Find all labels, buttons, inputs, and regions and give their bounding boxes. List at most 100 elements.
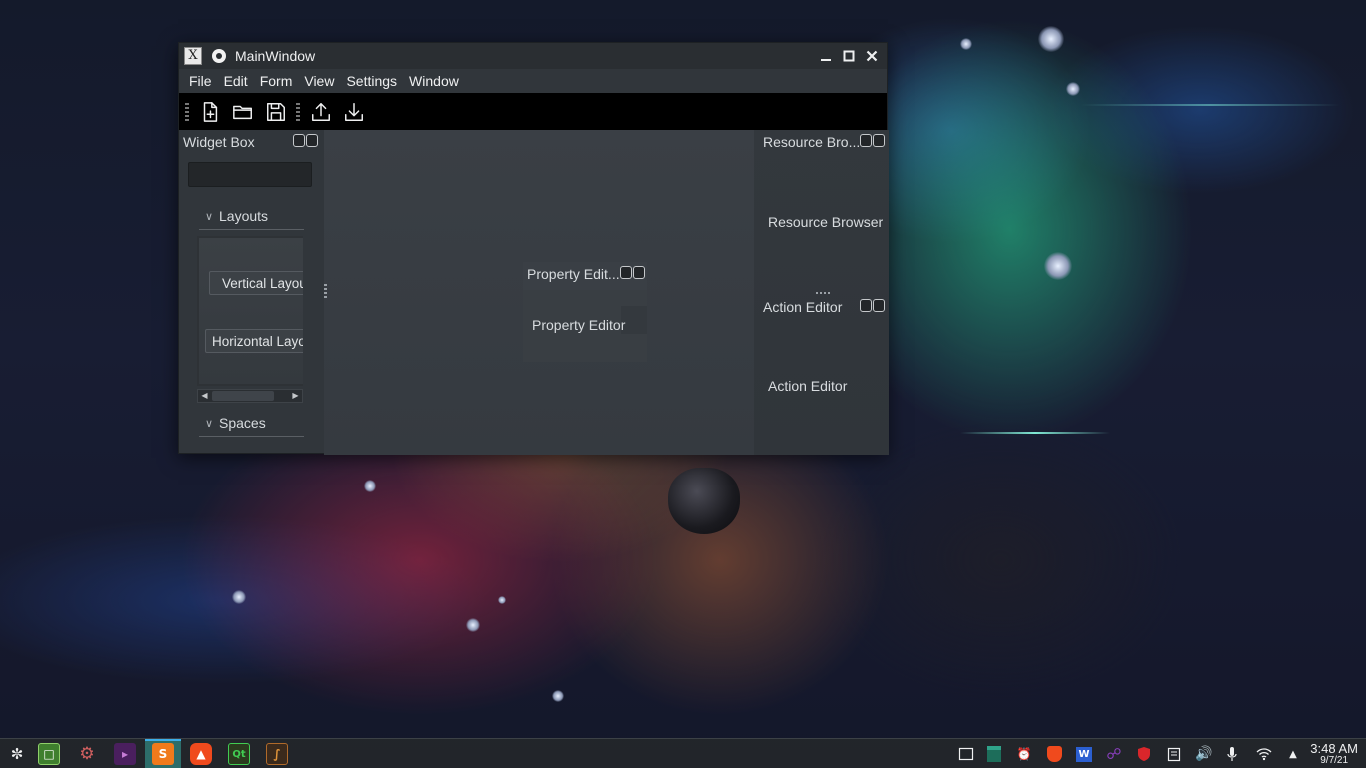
float-dock-button[interactable] [860, 134, 872, 147]
float-dock-button[interactable] [293, 134, 305, 147]
float-dock-button[interactable] [860, 299, 872, 312]
widget-list: Vertical Layout Horizontal Layout [197, 236, 303, 386]
application-launcher-icon[interactable]: ✼ [6, 743, 28, 765]
action-editor-label: Action Editor [768, 378, 848, 394]
sublime-text-icon[interactable]: S [152, 743, 174, 765]
export-button[interactable] [306, 97, 336, 127]
menu-window[interactable]: Window [403, 73, 465, 89]
scrollbar-thumb[interactable] [212, 391, 274, 401]
chevron-down-icon: ∨ [204, 210, 214, 223]
office-icon[interactable]: W [1075, 745, 1093, 763]
clock[interactable]: 3:48 AM 9/7/21 [1310, 742, 1358, 766]
qt-creator-icon[interactable]: Qt [228, 743, 250, 765]
right-dock-splitter[interactable] [816, 292, 832, 294]
vpn-icon[interactable]: ☍ [1105, 745, 1123, 763]
close-dock-button[interactable] [873, 299, 885, 312]
volume-icon[interactable]: 🔊 [1195, 745, 1213, 763]
brave-browser-icon[interactable]: ▲ [190, 743, 212, 765]
toolbar-grip[interactable] [296, 102, 300, 121]
open-folder-icon [233, 105, 252, 119]
main-window: X MainWindow File Edit Form View Setting… [178, 42, 889, 455]
menu-bar: File Edit Form View Settings Window [179, 69, 887, 93]
property-editor-label: Property Editor [532, 317, 626, 333]
menu-form[interactable]: Form [254, 73, 299, 89]
security-shield-icon[interactable] [1135, 745, 1153, 763]
close-button[interactable] [863, 47, 881, 65]
brave-tray-icon[interactable] [1045, 745, 1063, 763]
wallpaper-bear-nose [668, 468, 740, 534]
title-bar[interactable]: X MainWindow [179, 43, 887, 69]
expand-tray-icon[interactable]: ▲ [1284, 745, 1302, 763]
wifi-icon[interactable] [1255, 745, 1273, 763]
microphone-icon[interactable] [1223, 745, 1241, 763]
upload-icon [312, 102, 330, 121]
save-icon [267, 102, 285, 121]
left-splitter[interactable] [324, 284, 327, 300]
scroll-right-icon[interactable]: ▶ [289, 390, 302, 402]
download-icon [345, 102, 363, 121]
action-editor-dock-buttons [860, 299, 885, 312]
menu-view[interactable]: View [298, 73, 340, 89]
clipboard-manager-icon[interactable] [985, 745, 1003, 763]
wallpaper-light-streak [1080, 104, 1340, 106]
scroll-left-icon[interactable]: ◀ [198, 390, 211, 402]
close-dock-button[interactable] [873, 134, 885, 147]
chevron-down-icon: ∨ [204, 417, 214, 430]
category-label: Layouts [219, 208, 269, 224]
new-form-button[interactable] [195, 97, 225, 127]
system-monitor-icon[interactable]: ∫ [266, 743, 288, 765]
close-dock-button[interactable] [633, 266, 645, 279]
wallpaper-light-streak [960, 432, 1110, 434]
toolbar-grip[interactable] [185, 102, 189, 121]
notes-icon[interactable] [1165, 745, 1183, 763]
minimize-button[interactable] [817, 47, 835, 65]
menu-settings[interactable]: Settings [340, 73, 403, 89]
widget-vertical-layout[interactable]: Vertical Layout [209, 271, 303, 295]
widget-horizontal-layout[interactable]: Horizontal Layout [205, 329, 303, 353]
resource-browser-title: Resource Bro... [763, 134, 861, 150]
terminal-icon[interactable]: ▸ [114, 743, 136, 765]
resource-browser-label: Resource Browser [768, 214, 884, 230]
category-layouts[interactable]: ∨ Layouts [199, 204, 304, 230]
keep-above-icon[interactable] [212, 49, 226, 63]
horizontal-scrollbar[interactable]: ◀ ▶ [197, 389, 303, 403]
widget-box-search-input[interactable] [188, 162, 312, 187]
wallpaper-orb [1066, 82, 1080, 96]
save-form-button[interactable] [261, 97, 291, 127]
widget-box-title: Widget Box [183, 134, 255, 150]
float-dock-button[interactable] [620, 266, 632, 279]
import-button[interactable] [339, 97, 369, 127]
wallpaper-orb [232, 590, 246, 604]
category-label: Spaces [219, 415, 266, 431]
maximize-button[interactable] [840, 47, 858, 65]
open-form-button[interactable] [228, 97, 258, 127]
clock-time: 3:48 AM [1310, 741, 1358, 756]
new-file-icon [203, 101, 218, 122]
widget-box-dock-buttons [293, 134, 318, 147]
category-spaces[interactable]: ∨ Spaces [199, 411, 304, 437]
alarm-icon[interactable]: ⏰ [1015, 745, 1033, 763]
wallpaper-orb [960, 38, 972, 50]
menu-file[interactable]: File [183, 73, 218, 89]
wallpaper-orb [498, 596, 506, 604]
wallpaper-orb [364, 480, 376, 492]
window-controls [817, 47, 881, 65]
menu-edit[interactable]: Edit [218, 73, 254, 89]
wallpaper-orb [1038, 26, 1064, 52]
show-desktop-icon[interactable] [957, 745, 975, 763]
wallpaper-orb [1044, 252, 1072, 280]
action-editor-title: Action Editor [763, 299, 843, 315]
minimize-icon [821, 59, 831, 61]
taskbar: ✼ □ ⚙ ▸ S ▲ Qt ∫ ⏰ W ☍ 🔊 ▲ 3:48 AM 9/7/2… [0, 738, 1366, 768]
settings-icon[interactable]: ⚙ [76, 743, 98, 765]
app-icon[interactable]: X [184, 47, 202, 65]
property-editor-dock-buttons [620, 266, 645, 279]
close-dock-button[interactable] [306, 134, 318, 147]
maximize-icon [843, 50, 855, 62]
file-manager-icon[interactable]: □ [38, 743, 60, 765]
wallpaper-orb [466, 618, 480, 632]
widget-list-area: Vertical Layout Horizontal Layout [199, 238, 303, 384]
close-icon [866, 50, 878, 62]
window-title: MainWindow [235, 48, 316, 64]
clock-date: 9/7/21 [1320, 754, 1349, 766]
